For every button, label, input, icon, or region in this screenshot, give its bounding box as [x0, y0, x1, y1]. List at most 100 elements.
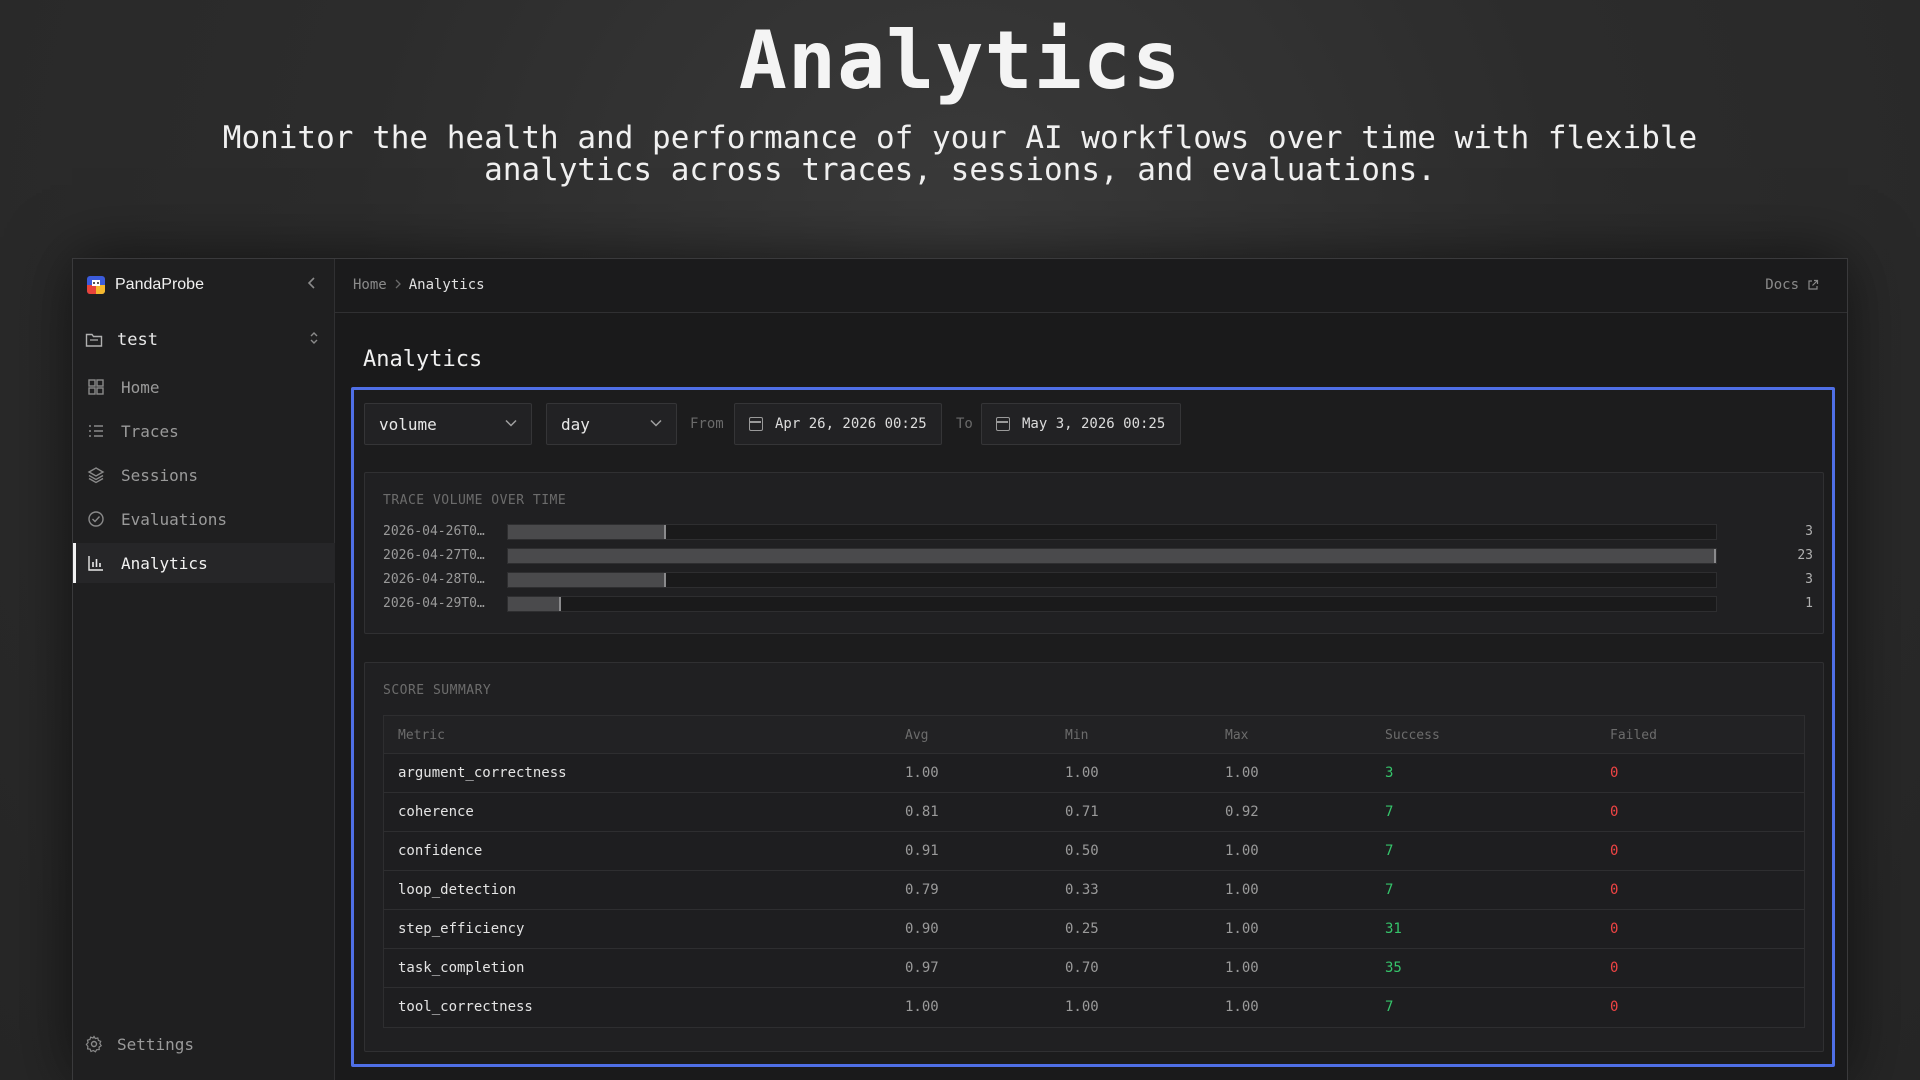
volume-bar[interactable] — [508, 573, 666, 587]
pandaprobe-logo-icon — [87, 276, 105, 294]
sidebar-item-label: Sessions — [121, 465, 199, 485]
project-selector[interactable]: test — [85, 327, 323, 353]
cell-max: 1.00 — [1225, 765, 1259, 781]
brand[interactable]: PandaProbe — [87, 273, 204, 297]
docs-link[interactable]: Docs — [1765, 277, 1819, 293]
volume-bar[interactable] — [508, 549, 1716, 563]
table-row[interactable]: loop_detection 0.79 0.33 1.00 7 0 — [384, 871, 1804, 910]
cell-success: 3 — [1385, 765, 1394, 781]
cell-success: 7 — [1385, 843, 1394, 859]
check-circle-icon — [87, 510, 105, 528]
sidebar-item-settings[interactable]: Settings — [85, 1031, 194, 1057]
volume-bar[interactable] — [508, 525, 666, 539]
chevron-updown-icon — [307, 329, 321, 349]
cell-metric: step_efficiency — [398, 921, 525, 937]
cell-avg: 1.00 — [905, 999, 939, 1015]
settings-label: Settings — [117, 1034, 195, 1054]
cell-failed: 0 — [1610, 843, 1619, 859]
sidebar-nav: Home Traces Sessions Evaluations Analyti… — [73, 367, 335, 587]
folder-icon — [85, 332, 103, 348]
cell-avg: 0.97 — [905, 960, 939, 976]
volume-bar-value: 3 — [1805, 524, 1813, 539]
cell-min: 0.25 — [1065, 921, 1099, 937]
cell-failed: 0 — [1610, 960, 1619, 976]
cell-success: 35 — [1385, 960, 1402, 976]
volume-bar[interactable] — [508, 597, 561, 611]
volume-bar-row: 2026-04-28T0… 3 — [383, 571, 1813, 589]
column-header-min: Min — [1065, 728, 1089, 743]
volume-bar-track — [507, 572, 1717, 588]
cell-failed: 0 — [1610, 999, 1619, 1015]
table-row[interactable]: task_completion 0.97 0.70 1.00 35 0 — [384, 949, 1804, 988]
sidebar-item-sessions[interactable]: Sessions — [73, 455, 335, 495]
cell-failed: 0 — [1610, 882, 1619, 898]
breadcrumb-current: Analytics — [408, 277, 485, 293]
to-date-picker[interactable]: May 3, 2026 00:25 — [981, 403, 1181, 445]
granularity-select[interactable]: day — [546, 403, 677, 445]
volume-bar-label: 2026-04-27T0… — [383, 548, 485, 563]
cell-metric: argument_correctness — [398, 765, 567, 781]
sidebar-item-traces[interactable]: Traces — [73, 411, 335, 451]
cell-metric: loop_detection — [398, 882, 517, 898]
volume-bar-track — [507, 548, 1717, 564]
sidebar-item-home[interactable]: Home — [73, 367, 335, 407]
trace-volume-title: TRACE VOLUME OVER TIME — [383, 493, 567, 508]
table-row[interactable]: step_efficiency 0.90 0.25 1.00 31 0 — [384, 910, 1804, 949]
app-window: PandaProbe test Home Traces Sessions Eva… — [72, 258, 1848, 1080]
volume-bar-row: 2026-04-27T0… 23 — [383, 547, 1813, 565]
volume-bar-label: 2026-04-28T0… — [383, 572, 485, 587]
cell-max: 1.00 — [1225, 999, 1259, 1015]
volume-bar-label: 2026-04-26T0… — [383, 524, 485, 539]
metric-select-value: volume — [379, 414, 437, 434]
column-header-success: Success — [1385, 728, 1440, 743]
layers-icon — [87, 466, 105, 484]
column-header-avg: Avg — [905, 728, 929, 743]
collapse-sidebar-button[interactable] — [303, 275, 321, 295]
table-row[interactable]: coherence 0.81 0.71 0.92 7 0 — [384, 793, 1804, 832]
page-title: Analytics — [363, 347, 483, 372]
cell-min: 1.00 — [1065, 765, 1099, 781]
cell-success: 7 — [1385, 999, 1394, 1015]
cell-metric: tool_correctness — [398, 999, 533, 1015]
trace-volume-card: TRACE VOLUME OVER TIME 2026-04-26T0… 3 202… — [364, 472, 1824, 634]
column-header-max: Max — [1225, 728, 1249, 743]
calendar-icon — [996, 417, 1010, 431]
analytics-panel: volume day From Apr 26, 2026 00:25 To Ma… — [351, 387, 1835, 1067]
table-row[interactable]: argument_correctness 1.00 1.00 1.00 3 0 — [384, 754, 1804, 793]
breadcrumb: Home Analytics — [353, 277, 485, 293]
brand-name: PandaProbe — [115, 276, 204, 293]
chevron-down-icon — [505, 416, 517, 430]
sidebar-item-label: Analytics — [121, 553, 208, 573]
volume-bar-track — [507, 524, 1717, 540]
chevron-down-icon — [650, 416, 662, 430]
project-name: test — [117, 330, 158, 350]
granularity-select-value: day — [561, 414, 590, 434]
sidebar-item-label: Home — [121, 377, 160, 397]
cell-failed: 0 — [1610, 921, 1619, 937]
breadcrumb-home[interactable]: Home — [353, 277, 387, 293]
cell-max: 1.00 — [1225, 921, 1259, 937]
score-summary-card: SCORE SUMMARY Metric Avg Min Max Success… — [364, 662, 1824, 1052]
cell-avg: 0.91 — [905, 843, 939, 859]
cell-metric: confidence — [398, 843, 483, 859]
cell-min: 0.70 — [1065, 960, 1099, 976]
score-summary-title: SCORE SUMMARY — [383, 683, 492, 698]
table-row[interactable]: tool_correctness 1.00 1.00 1.00 7 0 — [384, 988, 1804, 1027]
metric-select[interactable]: volume — [364, 403, 532, 445]
volume-bar-value: 23 — [1797, 548, 1813, 563]
cell-avg: 1.00 — [905, 765, 939, 781]
column-header-failed: Failed — [1610, 728, 1657, 743]
from-date-picker[interactable]: Apr 26, 2026 00:25 — [734, 403, 942, 445]
cell-min: 0.71 — [1065, 804, 1099, 820]
volume-bar-value: 3 — [1805, 572, 1813, 587]
to-label: To — [956, 416, 973, 432]
sidebar-item-analytics[interactable]: Analytics — [73, 543, 335, 583]
sidebar: PandaProbe test Home Traces Sessions Eva… — [73, 259, 335, 1080]
hero-subtitle: Monitor the health and performance of yo… — [222, 120, 1698, 188]
table-row[interactable]: confidence 0.91 0.50 1.00 7 0 — [384, 832, 1804, 871]
home-grid-icon — [87, 378, 105, 396]
sidebar-item-evaluations[interactable]: Evaluations — [73, 499, 335, 539]
cell-success: 7 — [1385, 804, 1394, 820]
cell-success: 7 — [1385, 882, 1394, 898]
cell-success: 31 — [1385, 921, 1402, 937]
